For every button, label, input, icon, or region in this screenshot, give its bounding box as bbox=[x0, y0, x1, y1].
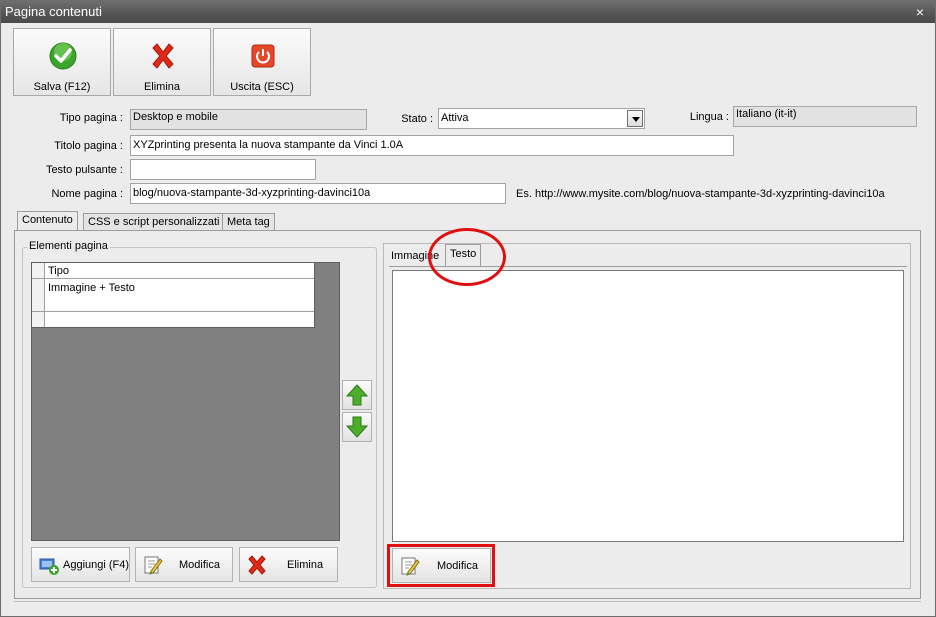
nome-pagina-label: Nome pagina : bbox=[51, 188, 123, 200]
table-row[interactable]: Immagine + Testo bbox=[32, 279, 314, 312]
text-content-area[interactable] bbox=[392, 270, 904, 542]
delete-button[interactable]: Elimina bbox=[113, 28, 211, 96]
table-row-new[interactable] bbox=[32, 312, 314, 327]
power-icon bbox=[251, 44, 275, 68]
elements-table: Tipo Immagine + Testo bbox=[31, 262, 315, 328]
red-x-icon bbox=[248, 555, 266, 575]
elementi-pagina-title: Elementi pagina bbox=[27, 240, 110, 252]
window-title: Pagina contenuti bbox=[5, 4, 102, 19]
testo-pulsante-input[interactable] bbox=[130, 159, 316, 180]
tipo-pagina-label: Tipo pagina : bbox=[59, 112, 123, 124]
stato-select[interactable]: Attiva bbox=[438, 108, 645, 129]
move-down-button[interactable] bbox=[342, 412, 372, 442]
page-content-window: Pagina contenuti × Salva (F12) Elimina U… bbox=[0, 0, 936, 617]
exit-button-label: Uscita (ESC) bbox=[230, 81, 294, 93]
add-element-button[interactable]: Aggiungi (F4) bbox=[31, 547, 130, 582]
delete-button-label: Elimina bbox=[143, 81, 181, 93]
edit-element-label: Modifica bbox=[179, 559, 220, 571]
delete-element-button[interactable]: Elimina bbox=[239, 547, 338, 582]
titolo-pagina-input[interactable]: XYZprinting presenta la nuova stampante … bbox=[130, 135, 734, 156]
delete-element-label: Elimina bbox=[287, 559, 324, 571]
stato-label: Stato : bbox=[401, 113, 433, 125]
column-header-tipo[interactable]: Tipo bbox=[48, 265, 69, 277]
chevron-down-icon[interactable] bbox=[627, 110, 643, 127]
testo-pulsante-label: Testo pulsante : bbox=[45, 164, 123, 176]
add-item-icon bbox=[39, 558, 59, 575]
window-titlebar[interactable]: Pagina contenuti × bbox=[1, 1, 935, 23]
edit-pencil-icon bbox=[144, 556, 163, 575]
edit-element-button[interactable]: Modifica bbox=[135, 547, 233, 582]
add-element-label: Aggiungi (F4) bbox=[63, 559, 130, 571]
tab-contenuto[interactable]: Contenuto bbox=[17, 211, 78, 232]
tipo-pagina-field: Desktop e mobile bbox=[130, 109, 367, 130]
lingua-label: Lingua : bbox=[689, 111, 729, 123]
tab-immagine[interactable]: Immagine bbox=[387, 247, 443, 267]
table-header-row: Tipo bbox=[32, 263, 314, 279]
exit-button[interactable]: Uscita (ESC) bbox=[213, 28, 311, 96]
save-button-label: Salva (F12) bbox=[33, 81, 91, 93]
save-button[interactable]: Salva (F12) bbox=[13, 28, 111, 96]
titolo-pagina-label: Titolo pagina : bbox=[54, 140, 123, 152]
lingua-field: Italiano (it-it) bbox=[733, 106, 917, 127]
nome-pagina-input[interactable]: blog/nuova-stampante-3d-xyzprinting-davi… bbox=[130, 183, 506, 204]
arrow-up-icon bbox=[345, 384, 369, 406]
check-circle-icon bbox=[49, 42, 77, 70]
tab-testo[interactable]: Testo bbox=[445, 244, 482, 267]
red-x-icon bbox=[152, 43, 174, 69]
table-cell-tipo: Immagine + Testo bbox=[48, 282, 135, 294]
stato-select-value: Attiva bbox=[441, 112, 469, 124]
edit-text-button[interactable]: Modifica bbox=[392, 548, 491, 583]
arrow-down-icon bbox=[345, 416, 369, 438]
edit-pencil-icon bbox=[401, 557, 420, 576]
close-icon[interactable]: × bbox=[913, 1, 927, 23]
edit-text-label: Modifica bbox=[437, 560, 478, 572]
move-up-button[interactable] bbox=[342, 380, 372, 410]
nome-pagina-example: Es. http://www.mysite.com/blog/nuova-sta… bbox=[516, 188, 885, 200]
